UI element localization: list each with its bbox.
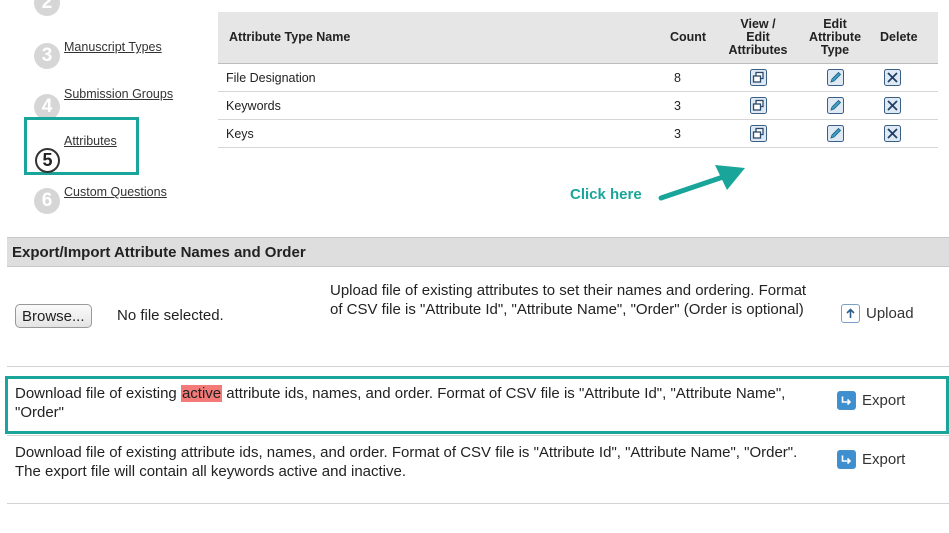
callout-arrow-icon bbox=[658, 165, 745, 201]
edit-attribute-type-button[interactable] bbox=[796, 63, 874, 92]
table-row: Keys 3 bbox=[218, 119, 938, 148]
delete-x-icon[interactable] bbox=[884, 125, 901, 142]
table-row: File Designation 8 bbox=[218, 63, 938, 92]
step-number-6: 6 bbox=[34, 188, 60, 214]
attribute-count: 3 bbox=[664, 119, 720, 148]
edit-pencil-icon[interactable] bbox=[826, 97, 844, 114]
column-header-name: Attribute Type Name bbox=[218, 12, 664, 64]
attribute-name: Keys bbox=[218, 119, 664, 148]
view-edit-attributes-icon[interactable] bbox=[749, 97, 767, 114]
header-line: Attributes bbox=[728, 43, 788, 57]
export-all-description: Download file of existing attribute ids,… bbox=[15, 444, 798, 480]
table-header-row: Attribute Type Name Count View / Edit At… bbox=[218, 12, 938, 64]
step-number-2: 2 bbox=[34, 0, 60, 16]
panel-title: Export/Import Attribute Names and Order bbox=[12, 243, 306, 261]
browse-button[interactable]: Browse... bbox=[15, 304, 92, 328]
upload-button[interactable]: Upload bbox=[841, 304, 914, 323]
view-edit-attributes-button[interactable] bbox=[720, 91, 796, 120]
attribute-name: Keywords bbox=[218, 91, 664, 120]
column-header-edit-type: Edit Attribute Type bbox=[796, 12, 874, 64]
view-edit-attributes-icon[interactable] bbox=[749, 125, 767, 142]
upload-description: Upload file of existing attributes to se… bbox=[330, 282, 807, 318]
export-all-button[interactable]: Export bbox=[837, 450, 905, 469]
column-header-delete: Delete bbox=[874, 12, 938, 64]
header-line: Type bbox=[820, 43, 850, 57]
view-edit-attributes-icon[interactable] bbox=[749, 69, 767, 86]
attribute-count: 3 bbox=[664, 91, 720, 120]
step-link-manuscript-types[interactable]: Manuscript Types bbox=[64, 40, 162, 54]
export-arrow-icon bbox=[837, 450, 856, 469]
column-header-view-edit: View / Edit Attributes bbox=[720, 12, 796, 64]
edit-pencil-icon[interactable] bbox=[826, 69, 844, 86]
step-number-5: 5 bbox=[35, 148, 60, 173]
delete-attribute-button[interactable] bbox=[874, 63, 938, 92]
column-header-count: Count bbox=[664, 12, 720, 64]
delete-x-icon[interactable] bbox=[884, 69, 901, 86]
export-active-highlight-box bbox=[5, 376, 949, 434]
step-navigation: 2 3 Manuscript Types 4 Submission Groups… bbox=[0, 0, 200, 215]
edit-pencil-icon[interactable] bbox=[826, 125, 844, 142]
upload-row: Browse... No file selected. Upload file … bbox=[7, 267, 949, 367]
edit-attribute-type-button[interactable] bbox=[796, 91, 874, 120]
no-file-selected-text: No file selected. bbox=[117, 307, 224, 324]
attribute-count: 8 bbox=[664, 63, 720, 92]
step-link-attributes[interactable]: Attributes bbox=[64, 134, 117, 148]
delete-attribute-button[interactable] bbox=[874, 91, 938, 120]
export-all-row: Download file of existing attribute ids,… bbox=[7, 438, 949, 504]
export-label: Export bbox=[862, 451, 906, 468]
view-edit-attributes-button[interactable] bbox=[720, 119, 796, 148]
delete-attribute-button[interactable] bbox=[874, 119, 938, 148]
table-row: Keywords 3 bbox=[218, 91, 938, 120]
step-link-custom-questions[interactable]: Custom Questions bbox=[64, 185, 167, 199]
delete-x-icon[interactable] bbox=[884, 97, 901, 114]
edit-attribute-type-button[interactable] bbox=[796, 119, 874, 148]
view-edit-attributes-button[interactable] bbox=[720, 63, 796, 92]
attribute-types-table: Attribute Type Name Count View / Edit At… bbox=[218, 12, 938, 148]
export-import-header: Export/Import Attribute Names and Order bbox=[7, 237, 949, 267]
upload-arrow-icon bbox=[841, 304, 860, 323]
step-link-submission-groups[interactable]: Submission Groups bbox=[64, 87, 173, 101]
click-here-callout: Click here bbox=[570, 186, 642, 203]
upload-label: Upload bbox=[866, 305, 914, 322]
step-number-3: 3 bbox=[34, 43, 60, 69]
attribute-name: File Designation bbox=[218, 63, 664, 92]
